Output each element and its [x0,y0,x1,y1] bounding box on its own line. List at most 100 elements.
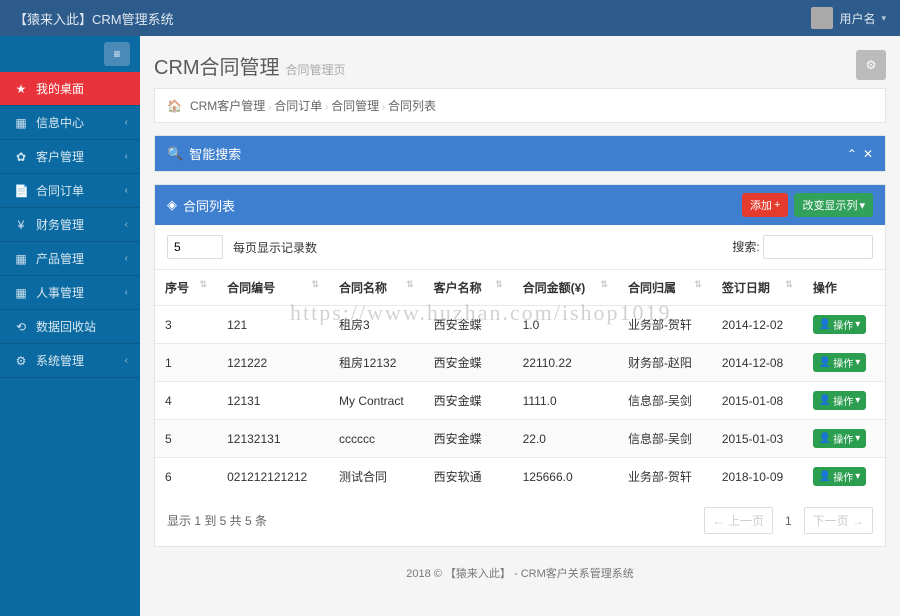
chevron-left-icon: ‹ [125,151,128,162]
gear-icon: ⚙ [866,58,877,72]
chevron-left-icon: ‹ [125,253,128,264]
page-size-label: 每页显示记录数 [233,239,317,256]
sidebar-item-label: 合同订单 [36,182,125,199]
sidebar-icon: ▦ [14,252,28,266]
column-header[interactable]: 合同名称⇅ [329,270,424,306]
sidebar-toggle-button[interactable]: ≡ [104,42,130,66]
sidebar-item-label: 客户管理 [36,148,125,165]
row-action-button[interactable]: 👤操作▾ [813,391,866,410]
sidebar-item-3[interactable]: 📄 合同订单‹ [0,174,140,208]
sidebar-item-label: 财务管理 [36,216,125,233]
sort-icon: ⇅ [406,279,414,290]
sidebar-icon: ¥ [14,218,28,232]
sort-icon: ⇅ [785,279,793,290]
sort-icon: ⇅ [600,279,608,290]
sidebar-item-5[interactable]: ▦ 产品管理‹ [0,242,140,276]
sidebar-item-2[interactable]: ✿ 客户管理‹ [0,140,140,174]
page-size-input[interactable] [167,235,223,259]
column-header[interactable]: 签订日期⇅ [712,270,803,306]
app-title: 【猿来入此】CRM管理系统 [14,9,174,28]
user-icon: 👤 [819,357,831,368]
sidebar-item-label: 人事管理 [36,284,125,301]
topbar: 【猿来入此】CRM管理系统 用户名 ▾ [0,0,900,36]
sidebar-item-6[interactable]: ▦ 人事管理‹ [0,276,140,310]
chevron-down-icon: ▾ [855,433,860,444]
breadcrumb: 🏠 CRM客户管理 › 合同订单 › 合同管理 › 合同列表 [154,88,886,123]
chevron-down-icon: ▾ [855,471,860,482]
sidebar-item-label: 产品管理 [36,250,125,267]
username: 用户名 [839,10,875,27]
page-title: CRM合同管理合同管理页 [154,51,346,80]
pager-prev[interactable]: ← 上一页 [704,507,773,534]
column-header[interactable]: 序号⇅ [155,270,217,306]
sidebar-item-label: 我的桌面 [36,80,128,97]
breadcrumb-item[interactable]: 合同列表 [388,99,436,113]
chevron-left-icon: ‹ [125,355,128,366]
breadcrumb-item[interactable]: 合同管理 [331,99,379,113]
pager-current: 1 [777,510,800,532]
pager-next[interactable]: 下一页 → [804,507,873,534]
row-action-button[interactable]: 👤操作▾ [813,353,866,372]
table-info: 显示 1 到 5 共 5 条 [167,512,267,529]
collapse-icon[interactable]: ⌃ [847,147,857,161]
user-menu[interactable]: 用户名 ▾ [811,7,886,29]
pager: ← 上一页 1 下一页 → [704,507,873,534]
plus-icon: + [774,199,780,211]
add-button[interactable]: 添加+ [742,193,788,217]
sidebar-icon: ✿ [14,150,28,164]
user-icon: 👤 [819,471,831,482]
column-header[interactable]: 合同归属⇅ [618,270,712,306]
sidebar-item-label: 系统管理 [36,352,125,369]
sidebar-icon: 📄 [14,184,28,198]
column-header[interactable]: 合同编号⇅ [217,270,329,306]
chevron-down-icon: ▾ [859,199,865,212]
sort-icon: ⇅ [495,279,503,290]
column-header[interactable]: 操作 [803,270,885,306]
search-input[interactable] [763,235,873,259]
sidebar-item-7[interactable]: ⟲数据回收站 [0,310,140,344]
chevron-down-icon: ▾ [855,395,860,406]
chevron-left-icon: ‹ [125,287,128,298]
list-panel-header: ◈ 合同列表 添加+ 改变显示列▾ [155,185,885,225]
column-header[interactable]: 合同金额(¥)⇅ [513,270,618,306]
change-columns-button[interactable]: 改变显示列▾ [794,193,873,217]
user-icon: 👤 [819,433,831,444]
sidebar-item-4[interactable]: ¥ 财务管理‹ [0,208,140,242]
copyright: 2018 © 【猿来入此】 - CRM客户关系管理系统 [154,547,886,599]
chevron-left-icon: ‹ [125,185,128,196]
sidebar-icon: ▦ [14,286,28,300]
contracts-table: 序号⇅合同编号⇅合同名称⇅客户名称⇅合同金额(¥)⇅合同归属⇅签订日期⇅操作 3… [155,269,885,495]
sidebar-icon: ⚙ [14,354,28,368]
user-icon: 👤 [819,319,831,330]
sidebar-item-0[interactable]: ★我的桌面 [0,72,140,106]
list-panel-title: 合同列表 [183,196,235,215]
row-action-button[interactable]: 👤操作▾ [813,429,866,448]
sidebar: ≡ ★我的桌面▦信息中心‹✿客户管理‹📄合同订单‹¥财务管理‹▦产品管理‹▦人事… [0,36,140,616]
search-panel-title: 智能搜索 [189,144,241,163]
search-icon: 🔍 [167,146,183,162]
sidebar-item-1[interactable]: ▦信息中心‹ [0,106,140,140]
table-row[interactable]: 6021212121212测试合同西安软通125666.0业务部-贺轩2018-… [155,458,885,496]
sidebar-icon: ▦ [14,116,28,130]
home-icon: 🏠 [167,99,182,113]
table-row[interactable]: 3121租房3西安金蝶1.0业务部-贺轩2014-12-02👤操作▾ [155,306,885,344]
settings-button[interactable]: ⚙ [856,50,886,80]
column-header[interactable]: 客户名称⇅ [424,270,513,306]
chevron-down-icon: ▾ [855,319,860,330]
close-icon[interactable]: ✕ [863,147,873,161]
sort-icon: ⇅ [200,279,208,290]
table-row[interactable]: 412131My Contract西安金蝶1111.0信息部-吴剑2015-01… [155,382,885,420]
breadcrumb-item[interactable]: CRM客户管理 [190,99,265,113]
chevron-left-icon: ‹ [125,219,128,230]
search-panel-header: 🔍 智能搜索 ⌃ ✕ [155,136,885,171]
sidebar-item-8[interactable]: ⚙ 系统管理‹ [0,344,140,378]
chevron-down-icon: ▾ [855,357,860,368]
sort-icon: ⇅ [694,279,702,290]
sidebar-toggle-row: ≡ [0,36,140,72]
table-row[interactable]: 1121222租房12132西安金蝶22110.22财务部-赵阳2014-12-… [155,344,885,382]
row-action-button[interactable]: 👤操作▾ [813,467,866,486]
breadcrumb-item[interactable]: 合同订单 [274,99,322,113]
table-row[interactable]: 512132131cccccc西安金蝶22.0信息部-吴剑2015-01-03👤… [155,420,885,458]
list-icon: ◈ [167,197,177,213]
row-action-button[interactable]: 👤操作▾ [813,315,866,334]
